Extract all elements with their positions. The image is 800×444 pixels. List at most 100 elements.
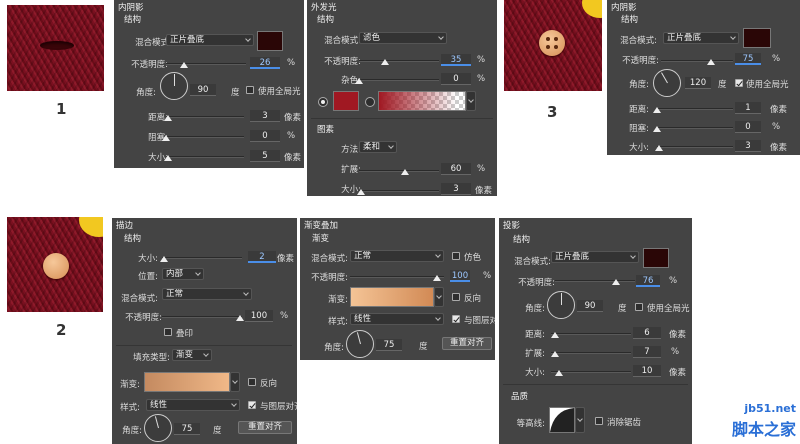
- blend-mode-select[interactable]: 正常: [350, 250, 444, 262]
- opacity-input[interactable]: 100: [450, 270, 470, 282]
- opacity-slider[interactable]: [555, 280, 635, 282]
- blend-mode-select[interactable]: 正片叠底: [663, 32, 739, 44]
- opacity-input[interactable]: 35: [441, 54, 471, 66]
- fill-type-select[interactable]: 渐变: [172, 349, 212, 361]
- opacity-slider-thumb[interactable]: [180, 62, 188, 68]
- opacity-slider-thumb[interactable]: [612, 279, 620, 285]
- spread-input[interactable]: 60: [441, 163, 471, 175]
- size-input[interactable]: 3: [441, 183, 471, 195]
- shadow-color-swatch[interactable]: [257, 31, 283, 51]
- noise-slider-thumb[interactable]: [355, 78, 363, 84]
- spread-slider-thumb[interactable]: [551, 351, 559, 357]
- noise-slider[interactable]: [359, 79, 439, 81]
- angle-input[interactable]: 90: [190, 84, 216, 96]
- overlay-gradient-swatch[interactable]: [350, 287, 434, 307]
- opacity-slider[interactable]: [350, 276, 444, 278]
- global-light-checkbox[interactable]: [246, 86, 254, 94]
- opacity-input[interactable]: 75: [735, 53, 761, 65]
- size-slider[interactable]: [166, 156, 244, 158]
- shadow-color-swatch[interactable]: [743, 28, 771, 48]
- opacity-slider-thumb[interactable]: [236, 315, 244, 321]
- angle-input[interactable]: 90: [577, 300, 603, 312]
- opacity-slider-thumb[interactable]: [381, 59, 389, 65]
- size-slider[interactable]: [359, 190, 439, 192]
- size-input[interactable]: 3: [735, 140, 761, 152]
- opacity-input[interactable]: 76: [636, 275, 660, 287]
- angle-dial[interactable]: [547, 291, 575, 319]
- opacity-input[interactable]: 100: [245, 310, 273, 322]
- size-slider-thumb[interactable]: [164, 155, 172, 161]
- style-select[interactable]: 线性: [350, 313, 444, 325]
- spread-slider[interactable]: [551, 352, 631, 354]
- distance-slider[interactable]: [657, 108, 733, 110]
- size-slider-thumb[interactable]: [555, 370, 563, 376]
- distance-slider-thumb[interactable]: [551, 332, 559, 338]
- distance-slider[interactable]: [551, 333, 631, 335]
- angle-input[interactable]: 75: [174, 423, 200, 435]
- opacity-slider[interactable]: [166, 63, 246, 65]
- solid-color-radio[interactable]: [318, 97, 328, 107]
- anti-alias-checkbox[interactable]: [595, 417, 603, 425]
- overprint-checkbox[interactable]: [164, 328, 172, 336]
- dither-checkbox[interactable]: [452, 252, 460, 260]
- distance-slider-thumb[interactable]: [164, 115, 172, 121]
- distance-input[interactable]: 3: [250, 110, 280, 122]
- choke-input[interactable]: 0: [735, 121, 761, 133]
- angle-input[interactable]: 120: [685, 77, 711, 89]
- size-slider[interactable]: [162, 257, 242, 259]
- contour-dropdown[interactable]: [575, 407, 585, 433]
- size-input[interactable]: 5: [250, 150, 280, 162]
- angle-dial[interactable]: [653, 69, 681, 97]
- size-slider-thumb[interactable]: [357, 189, 365, 195]
- distance-input[interactable]: 6: [633, 327, 661, 339]
- choke-slider-thumb[interactable]: [162, 135, 170, 141]
- opacity-slider[interactable]: [661, 60, 733, 62]
- method-select[interactable]: 柔和: [359, 141, 397, 153]
- blend-mode-select[interactable]: 滤色: [359, 32, 447, 44]
- gradient-dropdown[interactable]: [230, 372, 240, 392]
- angle-dial[interactable]: [160, 72, 188, 100]
- choke-slider-thumb[interactable]: [653, 126, 661, 132]
- distance-input[interactable]: 1: [735, 102, 761, 114]
- blend-mode-select[interactable]: 正片叠底: [551, 251, 639, 263]
- angle-input[interactable]: 75: [376, 339, 402, 351]
- size-input[interactable]: 2: [248, 251, 276, 263]
- opacity-input[interactable]: 26: [250, 57, 280, 69]
- opacity-slider[interactable]: [359, 60, 439, 62]
- reset-align-button[interactable]: 重置对齐: [238, 421, 292, 434]
- opacity-slider-thumb[interactable]: [707, 59, 715, 65]
- angle-dial[interactable]: [346, 330, 374, 358]
- stroke-gradient-swatch[interactable]: [144, 372, 230, 392]
- align-layer-checkbox[interactable]: [248, 401, 256, 409]
- blend-mode-select[interactable]: 正片叠底: [166, 34, 254, 46]
- global-light-checkbox[interactable]: [635, 303, 643, 311]
- noise-input[interactable]: 0: [441, 73, 471, 85]
- angle-dial[interactable]: [144, 414, 172, 442]
- distance-slider[interactable]: [166, 116, 244, 118]
- size-input[interactable]: 10: [633, 365, 661, 377]
- reverse-checkbox[interactable]: [248, 378, 256, 386]
- global-light-checkbox[interactable]: [735, 79, 743, 87]
- glow-gradient-swatch[interactable]: [378, 91, 466, 111]
- gradient-radio[interactable]: [365, 97, 375, 107]
- size-slider[interactable]: [657, 146, 733, 148]
- position-select[interactable]: 内部: [162, 268, 204, 280]
- size-slider-thumb[interactable]: [655, 145, 663, 151]
- opacity-slider[interactable]: [162, 316, 242, 318]
- size-slider[interactable]: [551, 371, 631, 373]
- blend-mode-select[interactable]: 正常: [162, 288, 252, 300]
- choke-slider[interactable]: [657, 127, 733, 129]
- spread-slider[interactable]: [359, 170, 439, 172]
- spread-input[interactable]: 7: [633, 346, 661, 358]
- gradient-dropdown[interactable]: [434, 287, 444, 307]
- align-layer-checkbox[interactable]: [452, 315, 460, 323]
- shadow-color-swatch[interactable]: [643, 248, 669, 268]
- glow-color-swatch[interactable]: [333, 91, 359, 111]
- choke-input[interactable]: 0: [250, 130, 280, 142]
- reverse-checkbox[interactable]: [452, 293, 460, 301]
- gradient-dropdown[interactable]: [466, 91, 476, 111]
- style-select[interactable]: 线性: [146, 399, 240, 411]
- opacity-slider-thumb[interactable]: [433, 275, 441, 281]
- contour-preview[interactable]: [549, 407, 575, 433]
- distance-slider-thumb[interactable]: [653, 107, 661, 113]
